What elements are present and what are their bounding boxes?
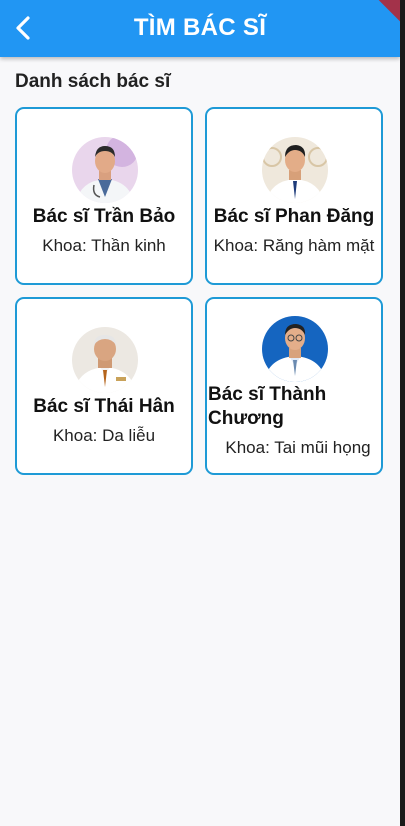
doctor-name: Bác sĩ Trần Bảo bbox=[32, 206, 176, 227]
doctor-name: Bác sĩ Thái Hân bbox=[33, 396, 175, 417]
doctor-grid: Bác sĩ Trần Bảo Khoa: Thần kinh Bác sĩ P… bbox=[15, 107, 385, 475]
screen-edge bbox=[400, 0, 405, 826]
app-bar: TÌM BÁC SĨ bbox=[0, 0, 400, 57]
doctor-card[interactable]: Bác sĩ Trần Bảo Khoa: Thần kinh bbox=[15, 107, 193, 285]
doctor-search-screen: TÌM BÁC SĨ Danh sách bác sĩ Bác sĩ Trần … bbox=[0, 0, 400, 826]
doctor-avatar bbox=[72, 137, 138, 203]
doctor-department: Khoa: Da liễu bbox=[52, 426, 156, 445]
doctor-avatar bbox=[262, 137, 328, 203]
doctor-avatar bbox=[72, 327, 138, 393]
doctor-card[interactable]: Bác sĩ Thái Hân Khoa: Da liễu bbox=[15, 297, 193, 475]
page-title: TÌM BÁC SĨ bbox=[133, 14, 267, 41]
doctor-avatar bbox=[262, 316, 328, 382]
doctor-department: Khoa: Tai mũi họng bbox=[225, 438, 371, 457]
doctor-name: Bác sĩ Phan Đăng bbox=[213, 206, 375, 227]
doctor-card[interactable]: Bác sĩ Thành Chương Khoa: Tai mũi họng bbox=[205, 297, 383, 475]
doctor-department: Khoa: Răng hàm mặt bbox=[213, 236, 375, 255]
section-title: Danh sách bác sĩ bbox=[15, 71, 171, 92]
doctor-name: Bác sĩ Thành Chương bbox=[208, 384, 327, 429]
doctor-card[interactable]: Bác sĩ Phan Đăng Khoa: Răng hàm mặt bbox=[205, 107, 383, 285]
doctor-department: Khoa: Thần kinh bbox=[42, 236, 166, 255]
